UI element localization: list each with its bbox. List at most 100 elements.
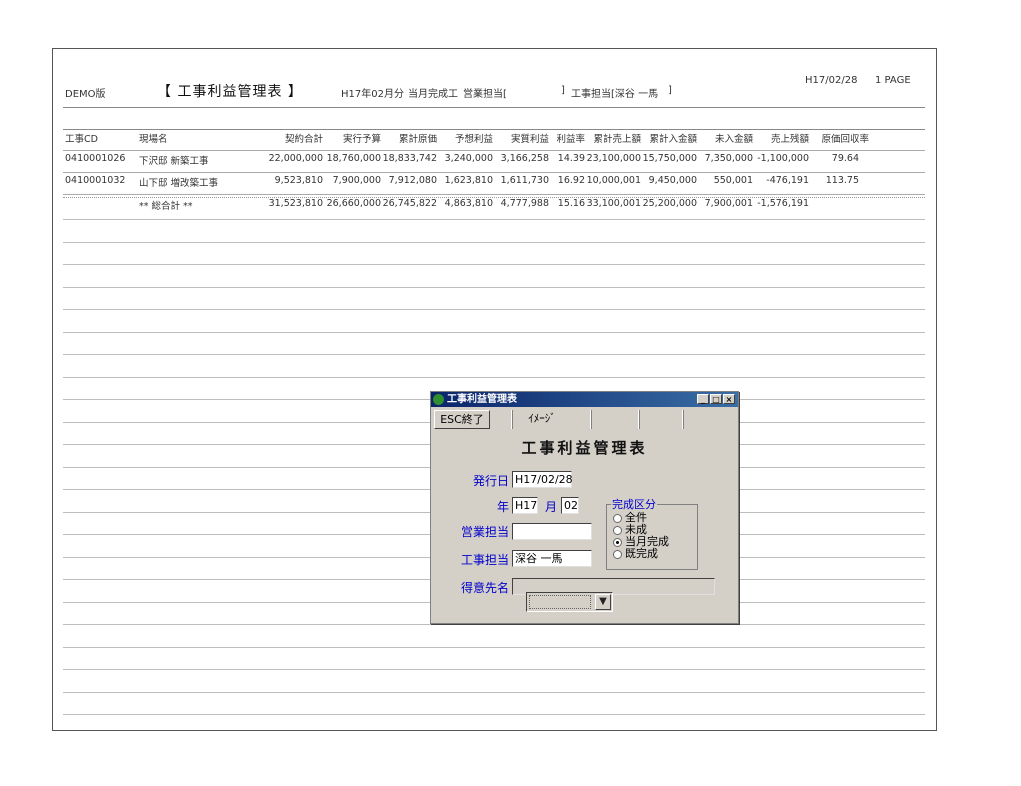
issue-date-label: 発行日: [472, 474, 509, 488]
row1-received-total: 15,750,000: [642, 153, 697, 164]
report-page: 1 PAGE: [875, 75, 911, 86]
report-sheet: DEMO版 【 工事利益管理表 】 H17年02月分 当月完成工 営業担当[ ]…: [52, 48, 937, 731]
total-contract: 31,523,810: [268, 198, 323, 209]
ruled-line: [63, 669, 925, 670]
radio-incomplete[interactable]: 未成: [613, 524, 647, 535]
col-sales-remaining: 売上残額: [770, 134, 809, 145]
radio-this-month[interactable]: 当月完成: [613, 536, 669, 547]
row2-expected-profit: 1,623,810: [444, 175, 493, 186]
radio-completed-label: 既完成: [625, 547, 658, 560]
year-field[interactable]: H17: [512, 497, 538, 514]
radio-all[interactable]: 全件: [613, 512, 647, 523]
column-rule-bottom: [63, 150, 925, 151]
row-rule: [63, 194, 925, 195]
total-unpaid: 7,900,001: [704, 198, 753, 209]
toolbar-separator: [638, 410, 640, 429]
toolbar-separator: [590, 410, 592, 429]
ruled-line: [63, 219, 925, 220]
row1-sales-remaining: -1,100,000: [757, 153, 809, 164]
radio-completed[interactable]: 既完成: [613, 548, 658, 559]
col-profit-rate: 利益率: [556, 134, 585, 145]
row-rule: [63, 172, 925, 173]
image-button[interactable]: ｲﾒｰｼﾞ: [514, 410, 570, 429]
row2-contract: 9,523,810: [274, 175, 323, 186]
row2-site: 山下邸 増改築工事: [139, 178, 219, 189]
esc-exit-button[interactable]: ESC終了: [434, 410, 490, 429]
report-constr-rep: 工事担当[深谷 一馬: [571, 89, 659, 100]
constr-rep-field[interactable]: 深谷 一馬: [512, 550, 592, 567]
total-actual-profit: 4,777,988: [500, 198, 549, 209]
col-cost: 累計原価: [398, 134, 437, 145]
combo-focus: [529, 595, 591, 609]
row1-cost: 18,833,742: [382, 153, 437, 164]
ruled-line: [63, 624, 925, 625]
toolbar-separator: [511, 410, 513, 429]
report-period: H17年02月分: [341, 89, 404, 100]
row2-received-total: 9,450,000: [648, 175, 697, 186]
col-unpaid: 未入金額: [714, 134, 753, 145]
col-recovery-rate: 原価回収率: [821, 134, 869, 145]
row2-recovery-rate: 113.75: [825, 175, 859, 186]
row2-unpaid: 550,001: [713, 175, 753, 186]
dialog-heading: 工事利益管理表: [521, 439, 648, 457]
total-budget: 26,660,000: [326, 198, 381, 209]
radio-dot: [613, 525, 622, 535]
ruled-line: [63, 647, 925, 648]
row2-budget: 7,900,000: [332, 175, 381, 186]
month-field[interactable]: 02: [561, 497, 579, 514]
issue-date-field[interactable]: H17/02/28: [512, 471, 573, 488]
year-label: 年: [496, 500, 509, 514]
radio-dot: [613, 549, 622, 559]
row2-sales-total: 10,000,001: [586, 175, 641, 186]
total-cost: 26,745,822: [382, 198, 437, 209]
row1-budget: 18,760,000: [326, 153, 381, 164]
total-sales-remaining: -1,576,191: [757, 198, 809, 209]
sales-rep-field[interactable]: [512, 523, 592, 540]
completion-group-title: 完成区分: [611, 496, 657, 512]
col-actual-profit: 実質利益: [510, 134, 549, 145]
col-received-total: 累計入金額: [649, 134, 697, 145]
demo-label: DEMO版: [65, 89, 106, 100]
row2-sales-remaining: -476,191: [766, 175, 809, 186]
total-label: ** 総合計 **: [139, 201, 193, 212]
row1-actual-profit: 3,166,258: [500, 153, 549, 164]
toolbar-separator: [682, 410, 684, 429]
row1-site: 下沢邸 新築工事: [139, 156, 209, 167]
row1-unpaid: 7,350,000: [704, 153, 753, 164]
column-rule-top: [63, 129, 925, 130]
row1-recovery-rate: 79.64: [831, 153, 859, 164]
ruled-line: [63, 692, 925, 693]
row1-expected-profit: 3,240,000: [444, 153, 493, 164]
row2-cost: 7,912,080: [388, 175, 437, 186]
row2-code: 0410001032: [65, 175, 126, 186]
ruled-line: [63, 287, 925, 288]
constr-rep-label: 工事担当: [460, 553, 509, 567]
dialog-titlebar[interactable]: 工事利益管理表 _ □ ×: [431, 392, 738, 407]
report-filter: 当月完成工: [408, 89, 458, 100]
col-sales-total: 累計売上額: [593, 134, 641, 145]
sales-rep-label: 営業担当: [460, 525, 509, 539]
row1-code: 0410001026: [65, 153, 126, 164]
window-controls: _ □ ×: [697, 394, 735, 404]
maximize-button[interactable]: □: [710, 394, 722, 404]
customer-label: 得意先名: [460, 581, 509, 595]
close-button[interactable]: ×: [723, 394, 735, 404]
total-sales-total: 33,100,001: [586, 198, 641, 209]
month-label: 月: [544, 500, 557, 514]
ruled-line: [63, 714, 925, 715]
minimize-button[interactable]: _: [697, 394, 709, 404]
col-contract: 契約合計: [284, 134, 323, 145]
col-budget: 実行予算: [342, 134, 381, 145]
customer-combo[interactable]: ▼: [526, 592, 613, 612]
row1-sales-total: 23,100,000: [586, 153, 641, 164]
col-expected-profit: 予想利益: [454, 134, 493, 145]
ruled-line: [63, 332, 925, 333]
profit-dialog-window[interactable]: 工事利益管理表 _ □ × ESC終了 ｲﾒｰｼﾞ 工事利益管理表 発行日 H1…: [430, 391, 739, 624]
ruled-line: [63, 264, 925, 265]
header-rule: [63, 107, 925, 108]
total-expected-profit: 4,863,810: [444, 198, 493, 209]
chevron-down-icon[interactable]: ▼: [595, 594, 611, 610]
total-received-total: 25,200,000: [642, 198, 697, 209]
col-site: 現場名: [139, 134, 168, 145]
dialog-toolbar: ESC終了 ｲﾒｰｼﾞ: [434, 410, 735, 430]
